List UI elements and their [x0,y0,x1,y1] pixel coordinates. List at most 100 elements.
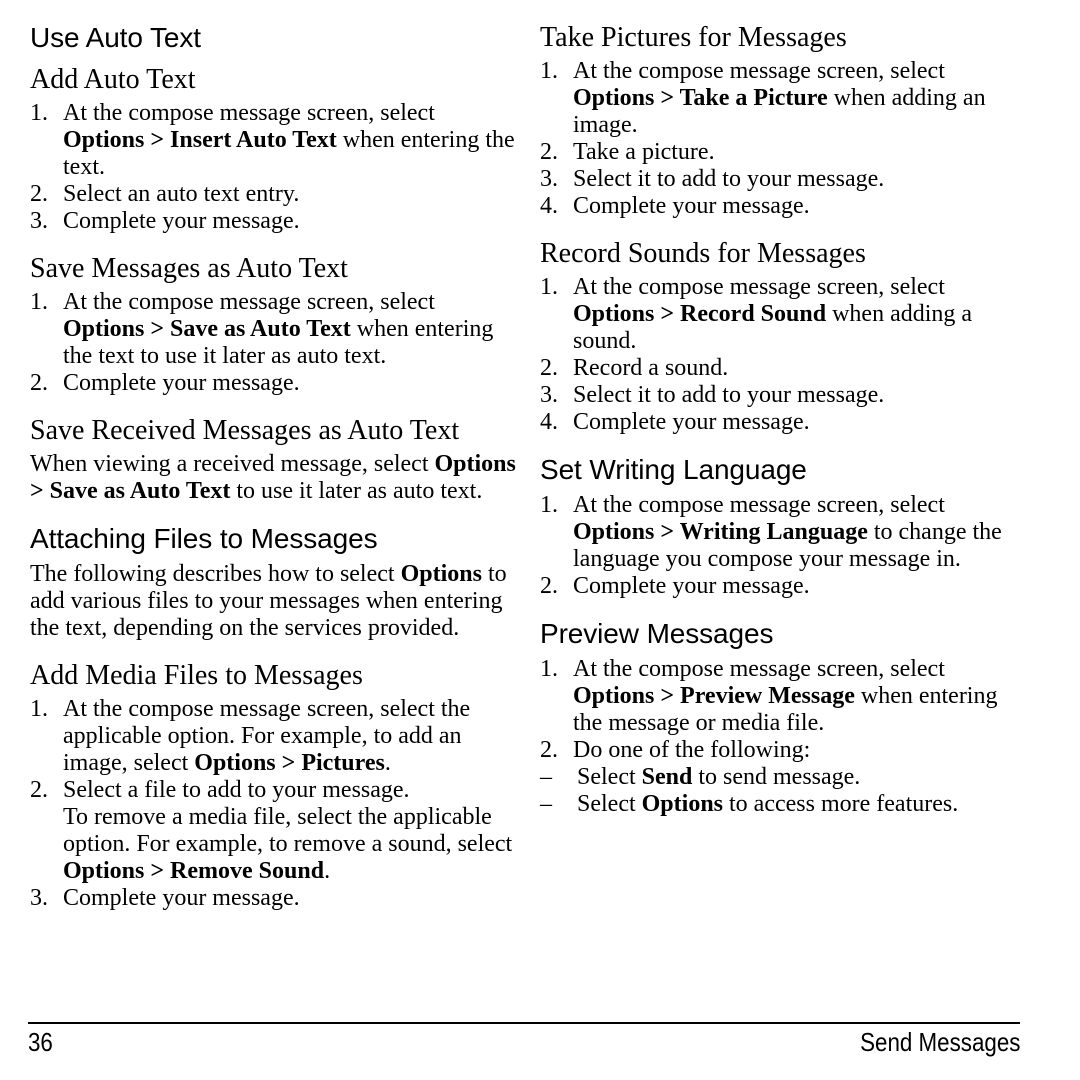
dash-text-bold: Options [641,791,724,817]
list-item: 3. Complete your message. [30,885,520,912]
step-text-before: At the compose message screen, select [573,274,945,300]
step-substep: To remove a media file, select the appli… [63,804,520,885]
step-number: 1. [30,289,48,315]
dash-text-bold: Send [641,764,693,790]
footer-divider [28,1022,1020,1024]
step-text-bold: Options > Pictures [194,750,385,776]
list-item: 2. Do one of the following: [540,737,1030,764]
step-number: 3. [540,382,558,408]
paragraph-text-after: to use it later as auto text. [230,478,483,504]
step-text-before: Complete your message. [573,409,810,435]
list-item: – Select Options to access more features. [540,791,1030,818]
list-item: 2. Select a file to add to your message. T… [30,777,520,885]
step-list-set-writing-language: 1. At the compose message screen, select … [540,492,1030,600]
section-preview-messages: Preview Messages 1. At the compose messag… [540,618,1030,818]
paragraph-text-before: The following describes how to select [30,561,401,587]
page-number: 36 [28,1027,53,1057]
heading-save-messages-as-auto-text: Save Messages as Auto Text [30,253,348,284]
step-number: 1. [30,100,48,126]
list-item: 3. Complete your message. [30,208,520,235]
footer-row: 36 Send Messages [28,1027,1020,1067]
section-take-pictures-for-messages: Take Pictures for Messages 1. At the comp… [540,22,1030,220]
step-text-before: Complete your message. [63,370,300,396]
step-text-bold: Options > Record Sound [573,301,827,327]
step-text-before: Complete your message. [573,573,810,599]
step-text-before: Select it to add to your message. [573,166,885,192]
list-item: – Select Send to send message. [540,764,1030,791]
step-number: 2. [540,139,558,165]
dash-bullet-icon: – [540,764,552,790]
step-text-before: At the compose message screen, select [573,58,945,84]
heading-save-received-messages-as-auto-text: Save Received Messages as Auto Text [30,415,460,446]
list-item: 2. Complete your message. [30,370,520,397]
step-list-record-sounds: 1. At the compose message screen, select … [540,274,1030,436]
heading-use-auto-text: Use Auto Text [30,22,201,53]
step-number: 3. [540,166,558,192]
section-add-media-files-to-messages: Add Media Files to Messages 1. At the com… [30,660,520,912]
section-attaching-files-to-messages: Attaching Files to Messages The followin… [30,523,520,642]
step-number: 3. [30,885,48,911]
step-number: 1. [540,274,558,300]
step-list-save-messages-as-auto-text: 1. At the compose message screen, select … [30,289,520,397]
dash-text-before: Select [577,764,642,790]
list-item: 2. Select an auto text entry. [30,181,520,208]
step-number: 1. [540,492,558,518]
step-text-bold: Options > Writing Language [573,519,868,545]
step-number: 2. [30,181,48,207]
paragraph-text-before: When viewing a received message, select [30,451,435,477]
step-number: 1. [30,696,48,722]
step-list-take-pictures: 1. At the compose message screen, select … [540,58,1030,220]
substep-text-bold: Options > Remove Sound [63,858,325,884]
dash-text-after: to send message. [692,764,861,790]
list-item: 2. Take a picture. [540,139,1030,166]
step-text-before: Select a file to add to your message. [63,777,410,803]
section-save-messages-as-auto-text: Save Messages as Auto Text 1. At the comp… [30,253,520,397]
paragraph-attaching-files: The following describes how to select Op… [30,561,520,642]
paragraph-text-bold: Options [400,561,482,587]
step-text-before: At the compose message screen, select [63,100,435,126]
step-number: 1. [540,58,558,84]
section-add-auto-text: Add Auto Text 1. At the compose message s… [30,64,520,235]
dash-text-after: to access more features. [723,791,959,817]
step-text-before: Select it to add to your message. [573,382,885,408]
substep-text-before: To remove a media file, select the appli… [63,804,513,857]
page-footer: 36 Send Messages [28,1022,1020,1067]
heading-add-media-files-to-messages: Add Media Files to Messages [30,660,363,691]
step-text-before: At the compose message screen, select [63,289,435,315]
section-use-auto-text: Use Auto Text [30,22,520,54]
step-list-preview-messages: 1. At the compose message screen, select … [540,656,1030,764]
step-list-add-auto-text: 1. At the compose message screen, select … [30,100,520,235]
step-text-bold: Options > Insert Auto Text [63,127,337,153]
dash-bullet-icon: – [540,791,552,817]
right-column: Take Pictures for Messages 1. At the comp… [540,22,1030,836]
step-text-after: . [384,750,391,776]
manual-page: Use Auto Text Add Auto Text 1. At the com… [0,0,1080,1080]
step-text-before: Record a sound. [573,355,729,381]
step-text-before: Select an auto text entry. [63,181,300,207]
left-column: Use Auto Text Add Auto Text 1. At the com… [30,22,520,930]
step-number: 4. [540,193,558,219]
list-item: 1. At the compose message screen, select … [30,100,520,181]
step-number: 1. [540,656,558,682]
list-item: 1. At the compose message screen, select … [30,696,520,777]
step-text-bold: Options > Save as Auto Text [63,316,351,342]
step-text-before: Complete your message. [63,208,300,234]
list-item: 3. Select it to add to your message. [540,382,1030,409]
heading-add-auto-text: Add Auto Text [30,64,196,95]
step-number: 3. [30,208,48,234]
step-text-bold: Options > Preview Message [573,683,855,709]
step-list-add-media-files: 1. At the compose message screen, select … [30,696,520,912]
list-item: 3. Select it to add to your message. [540,166,1030,193]
list-item: 1. At the compose message screen, select … [540,492,1030,573]
step-text-before: Complete your message. [573,193,810,219]
step-number: 2. [540,737,558,763]
list-item: 1. At the compose message screen, select … [30,289,520,370]
step-number: 2. [540,355,558,381]
step-text-before: Complete your message. [63,885,300,911]
dash-list-preview-messages: – Select Send to send message. – Select Op… [540,764,1030,818]
section-record-sounds-for-messages: Record Sounds for Messages 1. At the comp… [540,238,1030,436]
dash-text-before: Select [577,791,642,817]
running-footer-title: Send Messages [859,1027,1020,1057]
list-item: 4. Complete your message. [540,409,1030,436]
heading-record-sounds-for-messages: Record Sounds for Messages [540,238,866,269]
